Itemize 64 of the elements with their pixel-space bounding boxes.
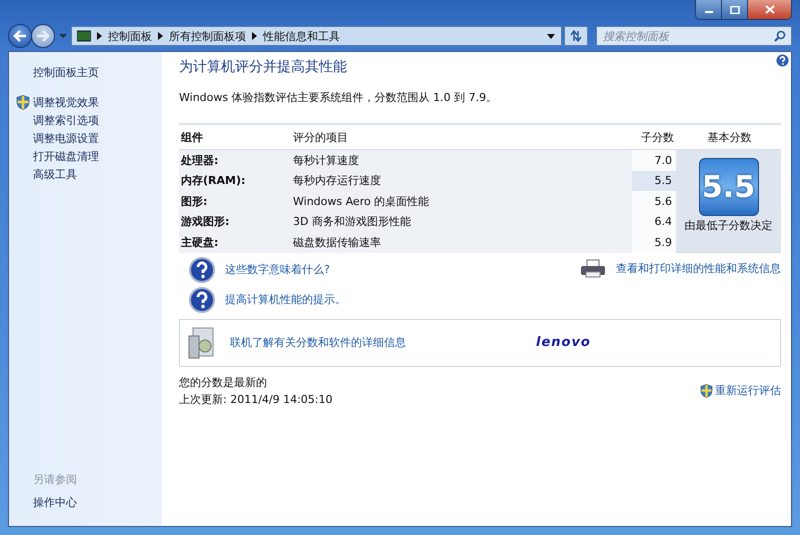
history-caret-icon[interactable] xyxy=(59,33,67,39)
sidebar-link[interactable]: 打开磁盘清理 xyxy=(33,148,99,164)
breadcrumb[interactable]: 控制面板 xyxy=(108,28,152,44)
table-cell: 游戏图形: xyxy=(179,212,291,232)
breadcrumb-arrow-icon xyxy=(158,32,163,40)
printer-icon xyxy=(580,258,606,278)
last-update-text: 上次更新: 2011/4/9 14:05:10 xyxy=(179,392,333,406)
print-details-link[interactable]: 查看和打印详细的性能和系统信息 xyxy=(616,261,781,276)
sidebar-link[interactable]: 操作中心 xyxy=(33,495,162,510)
forward-arrow-icon xyxy=(36,30,50,42)
table-cell: 每秒内存运行速度 xyxy=(291,170,632,191)
score-badge: 5.5 xyxy=(698,158,758,216)
maximize-button[interactable] xyxy=(722,0,748,19)
shield-icon xyxy=(700,384,713,398)
table-cell: 处理器: xyxy=(179,150,291,170)
help-link[interactable]: 提高计算机性能的提示。 xyxy=(225,292,346,307)
breadcrumb-arrow-icon xyxy=(97,32,102,40)
search-icon xyxy=(774,30,786,42)
table-cell: 图形: xyxy=(179,191,291,212)
sidebar-link[interactable]: 高级工具 xyxy=(33,166,77,182)
base-score-caption: 由最低子分数决定 xyxy=(684,219,774,232)
table-cell: Windows Aero 的桌面性能 xyxy=(291,191,632,212)
description-text: Windows 体验指数评估主要系统组件，分数范围从 1.0 到 7.9。 xyxy=(179,90,498,105)
close-icon xyxy=(764,5,774,14)
subscore-cell: 6.4 xyxy=(632,212,676,232)
refresh-icon xyxy=(569,30,583,42)
back-arrow-icon xyxy=(13,30,27,42)
close-button[interactable] xyxy=(748,0,791,19)
table-cell: 磁盘数据传输速率 xyxy=(291,232,632,252)
brand-logo: lenovo xyxy=(536,335,591,350)
breadcrumb-arrow-icon xyxy=(252,32,257,40)
table-cell: 3D 商务和游戏图形性能 xyxy=(291,212,632,232)
sidebar-link[interactable]: 调整电源设置 xyxy=(33,130,99,146)
help-icon xyxy=(189,286,215,312)
subscore-cell: 5.6 xyxy=(632,191,676,212)
see-also-heading: 另请参阅 xyxy=(33,472,78,487)
forward-button[interactable] xyxy=(31,24,55,48)
dropdown-caret-icon[interactable] xyxy=(547,34,555,38)
table-cell: 主硬盘: xyxy=(179,232,291,252)
control-panel-icon xyxy=(77,30,91,42)
back-button[interactable] xyxy=(8,24,32,48)
help-icon[interactable] xyxy=(776,54,789,67)
page-title: 为计算机评分并提高其性能 xyxy=(179,58,348,76)
rerun-assessment-link[interactable]: 重新运行评估 xyxy=(715,383,781,398)
refresh-button[interactable] xyxy=(564,26,588,46)
software-box-icon xyxy=(188,326,216,360)
sidebar-link[interactable]: 调整视觉效果 xyxy=(33,94,99,110)
online-info-link[interactable]: 联机了解有关分数和软件的详细信息 xyxy=(230,335,406,350)
subscore-cell: 5.9 xyxy=(632,232,676,252)
help-icon xyxy=(189,256,215,282)
table-cell: 每秒计算速度 xyxy=(291,150,632,170)
address-bar[interactable]: 控制面板 所有控制面板项 性能信息和工具 xyxy=(71,26,562,46)
breadcrumb[interactable]: 所有控制面板项 xyxy=(169,28,246,44)
subscore-cell: 7.0 xyxy=(632,150,676,170)
table-cell: 内存(RAM): xyxy=(179,170,291,191)
subscore-cell: 5.5 xyxy=(632,170,676,191)
maximize-icon xyxy=(730,6,740,14)
minimize-button[interactable] xyxy=(696,0,722,19)
help-link[interactable]: 这些数字意味着什么? xyxy=(225,262,330,277)
sidebar-link[interactable]: 控制面板主页 xyxy=(33,64,99,80)
search-field[interactable]: 搜索控制面板 xyxy=(596,26,792,46)
sidebar-link[interactable]: 调整索引选项 xyxy=(33,112,99,128)
breadcrumb[interactable]: 性能信息和工具 xyxy=(263,28,340,44)
status-text: 您的分数是最新的 xyxy=(179,374,268,390)
